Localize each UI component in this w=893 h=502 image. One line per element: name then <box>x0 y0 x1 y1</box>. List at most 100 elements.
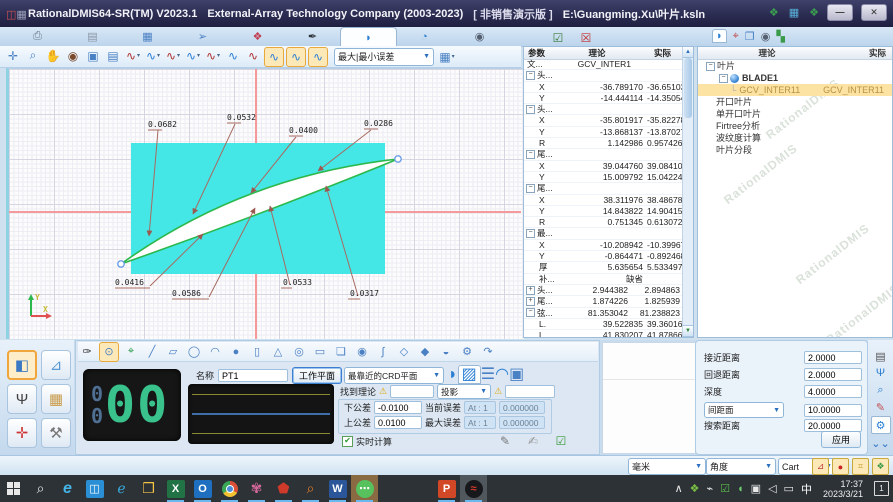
realtime-checkbox[interactable]: ✔ <box>342 436 353 447</box>
tab-output[interactable]: ⎙ <box>10 27 65 46</box>
axes-icon[interactable]: ⌖ <box>733 30 739 43</box>
collapse-icon[interactable]: − <box>526 308 535 317</box>
tab-blade[interactable]: ◗ <box>340 27 397 47</box>
table-row[interactable]: Y-14.444114-14.350548 <box>524 93 683 104</box>
geo-cylinder[interactable]: ▯ <box>248 343 266 361</box>
expand-icon[interactable]: + <box>526 297 535 306</box>
probe-edit-icon[interactable]: ✎ <box>872 399 890 415</box>
lower-tolerance-input[interactable] <box>374 401 422 414</box>
taskbar-rationaldmis[interactable]: ≈ <box>460 475 487 502</box>
tool-profile-view-3[interactable]: ∿ <box>308 47 328 67</box>
title-tool-transfer-icon[interactable]: ❖ <box>809 6 819 19</box>
scroll-down-icon[interactable]: ▼ <box>683 325 693 337</box>
tab-pointer[interactable]: ➢ <box>175 27 230 46</box>
geo-gear[interactable]: ⚙ <box>458 343 476 361</box>
tree-item-blade-root[interactable]: −叶片 <box>698 60 892 72</box>
secondary-logo-icon[interactable]: ▦ <box>16 9 26 21</box>
param-table-scrollbar[interactable]: ▲ ▼ <box>682 47 693 337</box>
table-row[interactable]: X39.04476039.084101 <box>524 161 683 172</box>
app-logo-icon[interactable]: ◫ <box>6 9 16 21</box>
tab-camera[interactable]: ◉ <box>452 27 507 46</box>
projection-input[interactable] <box>505 385 555 398</box>
tab-document[interactable]: ▤ <box>65 27 120 46</box>
tray-display-icon[interactable]: ▭ <box>784 482 794 495</box>
table-row[interactable]: R0.7513450.613072 <box>524 217 683 228</box>
tree-column-actual[interactable]: 实际 <box>836 47 892 59</box>
tab-display[interactable]: ▦ <box>120 27 175 46</box>
tray-usb-icon[interactable]: ⌁ <box>707 482 714 495</box>
dock-probe-button[interactable]: Ψ <box>7 384 37 414</box>
geo-curve[interactable]: ∫ <box>374 343 392 361</box>
notification-center-icon[interactable]: 1 <box>874 481 889 496</box>
tree-column-theory[interactable]: 理论 <box>698 47 836 59</box>
table-row[interactable]: R1.1429860.957426 <box>524 138 683 149</box>
tray-camera-icon[interactable]: ▣ <box>751 482 761 495</box>
minimize-button[interactable]: — <box>827 4 853 21</box>
geo-point[interactable]: ⊙ <box>99 342 119 362</box>
probe-param-input[interactable] <box>804 385 862 398</box>
tree-item-blade1[interactable]: −BLADE1 <box>698 72 892 84</box>
probe-param-input[interactable] <box>804 368 862 381</box>
tool-profile-view-1[interactable]: ∿ <box>264 47 284 67</box>
taskbar-search[interactable]: ⌕ <box>27 475 54 502</box>
tool-display-mode[interactable]: ▤ <box>104 47 122 65</box>
tree-item-firtree[interactable]: Firtree分析 <box>698 120 892 132</box>
status-coord-icon[interactable]: ⊿ <box>812 458 829 475</box>
tree-item-blade-segment[interactable]: 叶片分段 <box>698 144 892 156</box>
dock-gauge-button[interactable]: ⊿ <box>41 350 71 380</box>
table-row[interactable]: X-36.789170-36.651032 <box>524 82 683 93</box>
dock-toolbox-button[interactable]: ▦ <box>41 384 71 414</box>
tab-ink[interactable]: ✒ <box>285 27 340 46</box>
tray-ime[interactable]: 中 <box>801 481 812 497</box>
table-row[interactable]: −尾... <box>524 183 683 194</box>
more-chevrons-icon[interactable]: ⌄⌄ <box>872 435 890 451</box>
expand-icon[interactable]: + <box>526 286 535 295</box>
tray-antivirus-icon[interactable]: ☑ <box>720 482 730 495</box>
geo-hexnut[interactable]: ◆ <box>416 343 434 361</box>
title-tool-compare-icon[interactable]: ❖ <box>769 6 779 19</box>
window-icon[interactable]: ❐ <box>745 30 755 43</box>
geo-rect[interactable]: ❏ <box>332 343 350 361</box>
tool-blade-align[interactable]: ∿▾ <box>184 47 202 65</box>
tool-pan-hand[interactable]: ✋ <box>44 47 62 65</box>
table-row[interactable]: Y-13.868137-13.870272 <box>524 127 683 138</box>
tool-view-eye[interactable]: ◉ <box>64 47 82 65</box>
spacing-plane-dropdown[interactable]: 间距面▼ <box>704 402 784 418</box>
table-row[interactable]: X-10.208942-10.399676 <box>524 240 683 251</box>
clock[interactable]: 17:37 2023/3/21 <box>823 479 863 499</box>
projection-dropdown[interactable]: 投影 ▼ <box>437 384 491 399</box>
tree-item-single-open-blade[interactable]: 单开口叶片 <box>698 108 892 120</box>
camera-icon[interactable]: ◉ <box>761 30 771 43</box>
taskbar-outlook[interactable]: O <box>189 475 216 502</box>
tree-item-waviness[interactable]: 波纹度计算 <box>698 132 892 144</box>
table-row[interactable]: X-35.801917-35.822781 <box>524 115 683 126</box>
scrollbar-thumb[interactable] <box>684 58 692 118</box>
print-icon[interactable]: ▤ <box>872 348 890 364</box>
start-button[interactable] <box>0 475 27 502</box>
status-cad-icon[interactable]: ❖ <box>872 458 889 475</box>
taskbar-wangwang[interactable]: ◫ <box>81 475 108 502</box>
collapse-icon[interactable]: − <box>706 62 715 71</box>
measure-tab-monitor[interactable]: ▣ <box>509 366 524 383</box>
chart-icon[interactable]: ▚ <box>776 30 784 43</box>
tool-blade-report[interactable]: ∿ <box>224 47 242 65</box>
collapse-icon[interactable]: − <box>526 229 535 238</box>
tool-blade-fit[interactable]: ∿▾ <box>164 47 182 65</box>
collapse-icon[interactable]: − <box>526 184 535 193</box>
table-row[interactable]: −弦...81.35304281.238823 <box>524 308 683 319</box>
tree-item-open-blade[interactable]: 开口叶片 <box>698 96 892 108</box>
geo-polygon[interactable]: ◇ <box>395 343 413 361</box>
table-row[interactable]: −头... <box>524 104 683 115</box>
tool-blade-scan[interactable]: ∿▾ <box>124 47 142 65</box>
table-row[interactable]: +尾...1.8742261.825939 <box>524 296 683 307</box>
blade-view-icon[interactable]: ◗ <box>712 29 727 43</box>
table-row[interactable]: X38.31197638.486782 <box>524 195 683 206</box>
table-row[interactable]: +头...2.9443822.894863 <box>524 285 683 296</box>
apply-button[interactable]: 应用 <box>821 431 861 448</box>
geo-disc[interactable]: ◉ <box>353 343 371 361</box>
table-row[interactable]: −最... <box>524 228 683 239</box>
measure-tab-graph[interactable]: ▨ <box>458 365 481 384</box>
confirm-check-icon[interactable]: ☑ <box>552 432 570 450</box>
error-mode-dropdown[interactable]: 最大|最小误差 ▼ <box>334 48 434 66</box>
search-icon[interactable]: ⌕ <box>872 382 890 398</box>
